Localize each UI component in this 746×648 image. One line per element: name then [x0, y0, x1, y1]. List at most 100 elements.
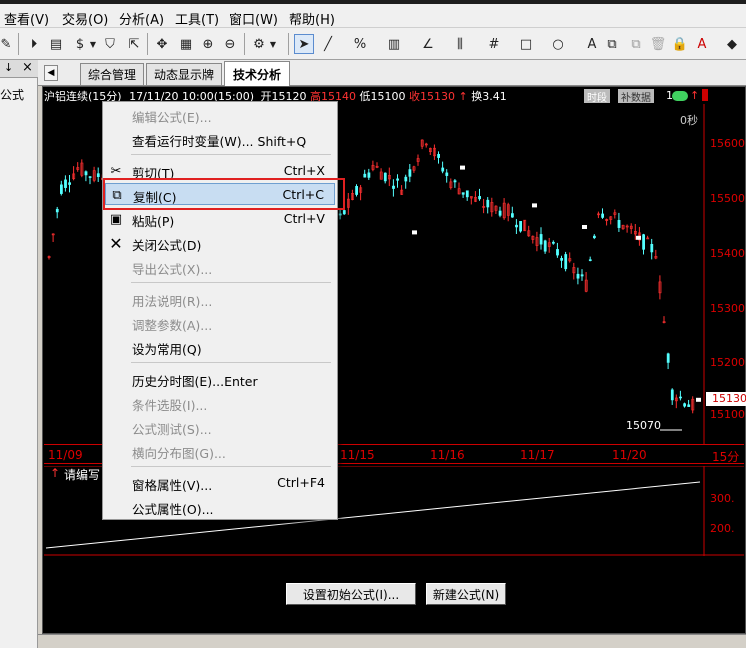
menu-tools[interactable]: 工具(T): [175, 9, 219, 28]
candle-body: [650, 244, 654, 253]
candle-doji: [582, 225, 587, 229]
gear-icon[interactable]: ⚙: [249, 34, 269, 54]
candle-body: [486, 199, 490, 208]
circle-icon[interactable]: ○: [548, 34, 568, 54]
play-icon[interactable]: ⏵: [24, 34, 44, 54]
candle-body: [383, 172, 387, 182]
menu-item-history-timeshare[interactable]: 历史分时图(E)...Enter: [103, 368, 337, 390]
menu-item-close-formula[interactable]: ✕ 关闭公式(D): [103, 232, 337, 254]
candle-body: [55, 208, 59, 213]
candle-doji: [636, 235, 641, 240]
tab-overview[interactable]: 综合管理: [80, 63, 144, 85]
dropdown-icon[interactable]: ▼: [268, 34, 278, 54]
candle-doji: [412, 230, 417, 235]
rect-icon[interactable]: □: [516, 34, 536, 54]
indicator-tick-200: 200.: [710, 522, 735, 535]
y-tick-15500: 15500: [710, 192, 745, 205]
font-color-icon[interactable]: A: [692, 34, 712, 54]
grid-icon[interactable]: ▦: [176, 34, 196, 54]
bars-icon[interactable]: ⫼: [450, 34, 470, 54]
zoom-in-icon[interactable]: ⊕: [198, 34, 218, 54]
candle-body: [461, 192, 465, 195]
candle-body: [539, 234, 543, 245]
candle-body: [96, 173, 100, 177]
menu-item-usage[interactable]: 用法说明(R)...: [103, 288, 337, 310]
candle-body: [396, 178, 400, 181]
low-value: 15100: [370, 90, 406, 103]
candle-body: [478, 196, 482, 200]
y-tick-15600: 15600: [710, 137, 745, 150]
x-label-1120: 11/20: [612, 448, 647, 462]
text-icon[interactable]: A: [582, 34, 602, 54]
menu-item-export-formula[interactable]: 导出公式(X)...: [103, 256, 337, 278]
line-icon[interactable]: ╱: [318, 34, 338, 54]
move-icon[interactable]: ✥: [152, 34, 172, 54]
menu-view[interactable]: 查看(V): [4, 9, 49, 28]
candle-doji: [460, 165, 465, 170]
menu-bar: 查看(V) 交易(O) 分析(A) 工具(T) 窗口(W) 帮助(H): [0, 4, 746, 28]
menu-item-formula-test[interactable]: 公式测试(S)...: [103, 416, 337, 438]
menu-item-pane-properties[interactable]: 窗格属性(V)... Ctrl+F4: [103, 472, 337, 494]
menu-window[interactable]: 窗口(W): [229, 9, 278, 28]
close-icon[interactable]: ×: [22, 60, 33, 75]
menu-item-formula-properties[interactable]: 公式属性(O)...: [103, 496, 337, 518]
menu-help[interactable]: 帮助(H): [289, 9, 335, 28]
page-icon[interactable]: ▤: [46, 34, 66, 54]
tab-scroll-left[interactable]: ◀: [44, 65, 58, 81]
candle-body: [68, 182, 72, 185]
percent-icon[interactable]: %: [350, 34, 370, 54]
tab-dynamic-board[interactable]: 动态显示牌: [146, 63, 222, 85]
candle-body: [670, 389, 674, 401]
left-panel-label[interactable]: 公式: [0, 86, 24, 103]
menu-item-edit-formula[interactable]: 编辑公式(E)...: [103, 104, 337, 126]
candle-body: [687, 404, 691, 407]
close-label: 收: [408, 90, 420, 103]
low-label: 低: [359, 90, 371, 103]
countdown-label: 0秒: [680, 114, 698, 127]
candle-body: [437, 153, 441, 158]
pin-icon[interactable]: ↓: [4, 61, 13, 74]
tab-technical-analysis[interactable]: 技术分析: [224, 61, 290, 86]
toggle-marker[interactable]: [702, 89, 708, 101]
set-initial-formula-button[interactable]: 设置初始公式(I)...: [286, 583, 416, 605]
menu-item-horizontal-dist[interactable]: 横向分布图(G)...: [103, 440, 337, 462]
candle-body: [441, 167, 445, 172]
candle-body: [543, 240, 547, 252]
candle-body: [59, 184, 63, 194]
candle-body: [617, 219, 621, 228]
new-formula-button[interactable]: 新建公式(N): [426, 583, 506, 605]
candle-body: [564, 254, 568, 270]
angle-icon[interactable]: ∠: [418, 34, 438, 54]
menu-item-paste[interactable]: ▣ 粘贴(P) Ctrl+V: [103, 208, 337, 230]
candle-body: [601, 213, 605, 218]
fill-icon[interactable]: ◆: [722, 34, 742, 54]
badge-session[interactable]: 时段: [584, 89, 610, 104]
hash-icon[interactable]: #: [484, 34, 504, 54]
badge-fill-data[interactable]: 补数据: [618, 89, 654, 104]
edit-icon[interactable]: ✎: [0, 34, 16, 54]
menu-item-stock-select[interactable]: 条件选股(I)...: [103, 392, 337, 414]
export-icon[interactable]: ⇱: [124, 34, 144, 54]
copy2-icon[interactable]: ⧉: [626, 34, 646, 54]
lock-icon[interactable]: 🔒: [670, 34, 690, 54]
trash-icon[interactable]: 🗑: [648, 34, 668, 54]
menu-trade[interactable]: 交易(O): [62, 9, 108, 28]
candle-body: [88, 176, 92, 178]
candle-body: [683, 403, 687, 407]
dropdown-icon[interactable]: ▼: [88, 34, 98, 54]
menu-item-adjust-params[interactable]: 调整参数(A)...: [103, 312, 337, 334]
menu-analysis[interactable]: 分析(A): [119, 9, 164, 28]
ruler-icon[interactable]: ▥: [384, 34, 404, 54]
filter-icon[interactable]: ⛉: [100, 34, 120, 54]
menu-item-set-common[interactable]: 设为常用(Q): [103, 336, 337, 358]
x-label-period: 15分: [712, 450, 740, 464]
x-label-1115: 11/15: [340, 448, 375, 462]
zoom-out-icon[interactable]: ⊖: [220, 34, 240, 54]
dollar-icon[interactable]: $: [70, 34, 90, 54]
menu-item-view-runtime-vars[interactable]: 查看运行时变量(W)... Shift+Q: [103, 128, 337, 150]
candle-body: [465, 190, 469, 198]
candle-body: [338, 213, 342, 216]
cursor-icon[interactable]: ➤: [294, 34, 314, 54]
copy-shape-icon[interactable]: ⧉: [602, 34, 622, 54]
candle-body: [515, 224, 518, 228]
